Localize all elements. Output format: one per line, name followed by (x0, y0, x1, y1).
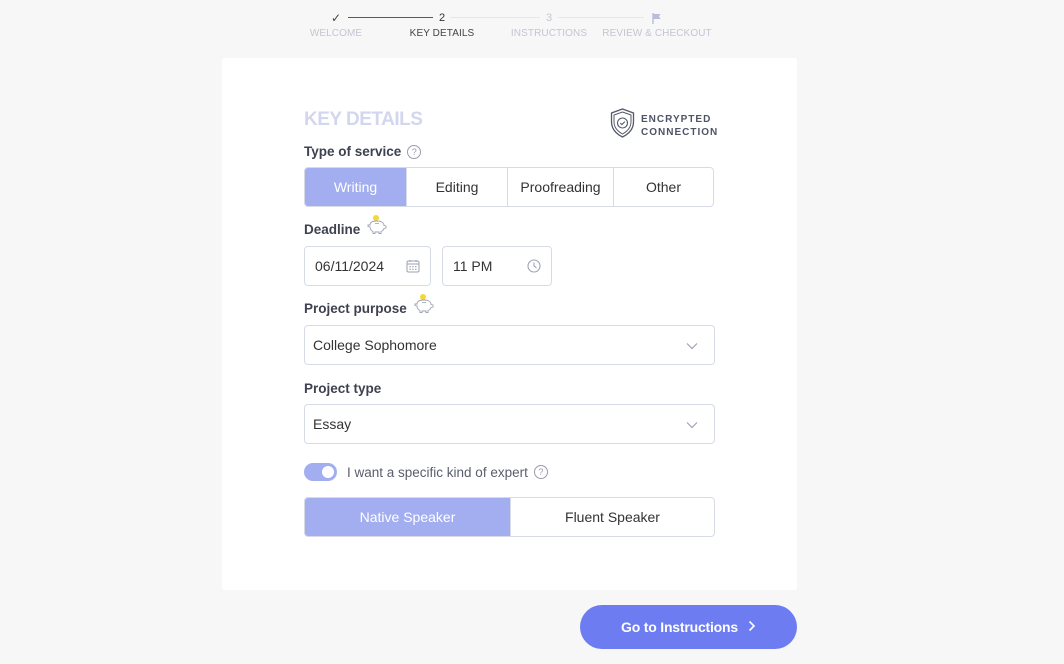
deadline-date-input[interactable]: 06/11/2024 (304, 246, 431, 286)
deadline-time-value: 11 PM (453, 258, 493, 274)
go-to-instructions-button[interactable]: Go to Instructions (580, 605, 797, 649)
progress-stepper: ✓ WELCOME 2 KEY DETAILS 3 INSTRUCTIONS R… (300, 8, 720, 48)
step-instructions[interactable]: 3 INSTRUCTIONS (494, 8, 604, 39)
help-icon[interactable]: ? (533, 465, 548, 479)
help-icon[interactable]: ? (407, 144, 422, 159)
step-number: 2 (438, 12, 446, 24)
piggy-bank-icon (413, 294, 435, 318)
flag-icon (602, 8, 712, 28)
step-key-details[interactable]: 2 KEY DETAILS (387, 8, 497, 39)
cta-label: Go to Instructions (621, 619, 738, 635)
chevron-down-icon (686, 416, 698, 432)
deadline-label-text: Deadline (304, 222, 361, 237)
calendar-icon[interactable] (406, 259, 420, 273)
service-option-proofreading[interactable]: Proofreading (508, 168, 614, 206)
expert-toggle[interactable] (304, 463, 337, 481)
deadline-time-input[interactable]: 11 PM (442, 246, 552, 286)
project-type-label: Project type (304, 381, 381, 396)
expert-type-selector: Native Speaker Fluent Speaker (304, 497, 715, 537)
expert-toggle-row: I want a specific kind of expert ? (304, 463, 548, 481)
deadline-label: Deadline (304, 215, 388, 239)
page-title: KEY DETAILS (304, 109, 423, 130)
encrypted-connection-badge: ENCRYPTED CONNECTION (610, 108, 718, 143)
step-label: INSTRUCTIONS (510, 28, 588, 39)
piggy-bank-icon (366, 215, 388, 239)
step-welcome[interactable]: ✓ WELCOME (281, 8, 391, 39)
step-review-checkout[interactable]: REVIEW & CHECKOUT (602, 8, 712, 39)
project-type-label-text: Project type (304, 381, 382, 396)
service-option-other[interactable]: Other (614, 168, 713, 206)
step-number: 3 (545, 12, 553, 24)
toggle-knob (322, 466, 334, 478)
service-option-editing[interactable]: Editing (407, 168, 508, 206)
deadline-date-value: 06/11/2024 (315, 258, 385, 274)
encrypted-line1: ENCRYPTED (641, 113, 712, 125)
expert-toggle-label: I want a specific kind of expert ? (347, 465, 548, 480)
check-icon: ✓ (330, 11, 342, 25)
purpose-value: College Sophomore (313, 337, 437, 353)
encrypted-line2: CONNECTION (641, 126, 719, 138)
service-option-writing[interactable]: Writing (305, 168, 407, 206)
service-label-text: Type of service (304, 144, 402, 159)
chevron-down-icon (686, 337, 698, 353)
purpose-select[interactable]: College Sophomore (304, 325, 715, 365)
expert-option-fluent-speaker[interactable]: Fluent Speaker (511, 498, 714, 536)
clock-icon[interactable] (527, 259, 541, 273)
expert-toggle-text: I want a specific kind of expert (347, 464, 528, 480)
service-label: Type of service ? (304, 144, 422, 159)
shield-check-icon (610, 108, 635, 143)
step-label: KEY DETAILS (409, 28, 475, 39)
key-details-card: KEY DETAILS ENCRYPTED CONNECTION Type of… (222, 58, 797, 590)
service-type-selector: Writing Editing Proofreading Other (304, 167, 714, 207)
project-type-value: Essay (313, 416, 352, 432)
step-label: REVIEW & CHECKOUT (602, 28, 712, 39)
expert-option-native-speaker[interactable]: Native Speaker (305, 498, 511, 536)
step-label: WELCOME (309, 28, 363, 39)
chevron-right-icon (748, 619, 756, 635)
purpose-label-text: Project purpose (304, 301, 407, 316)
project-type-select[interactable]: Essay (304, 404, 715, 444)
purpose-label: Project purpose (304, 294, 435, 318)
